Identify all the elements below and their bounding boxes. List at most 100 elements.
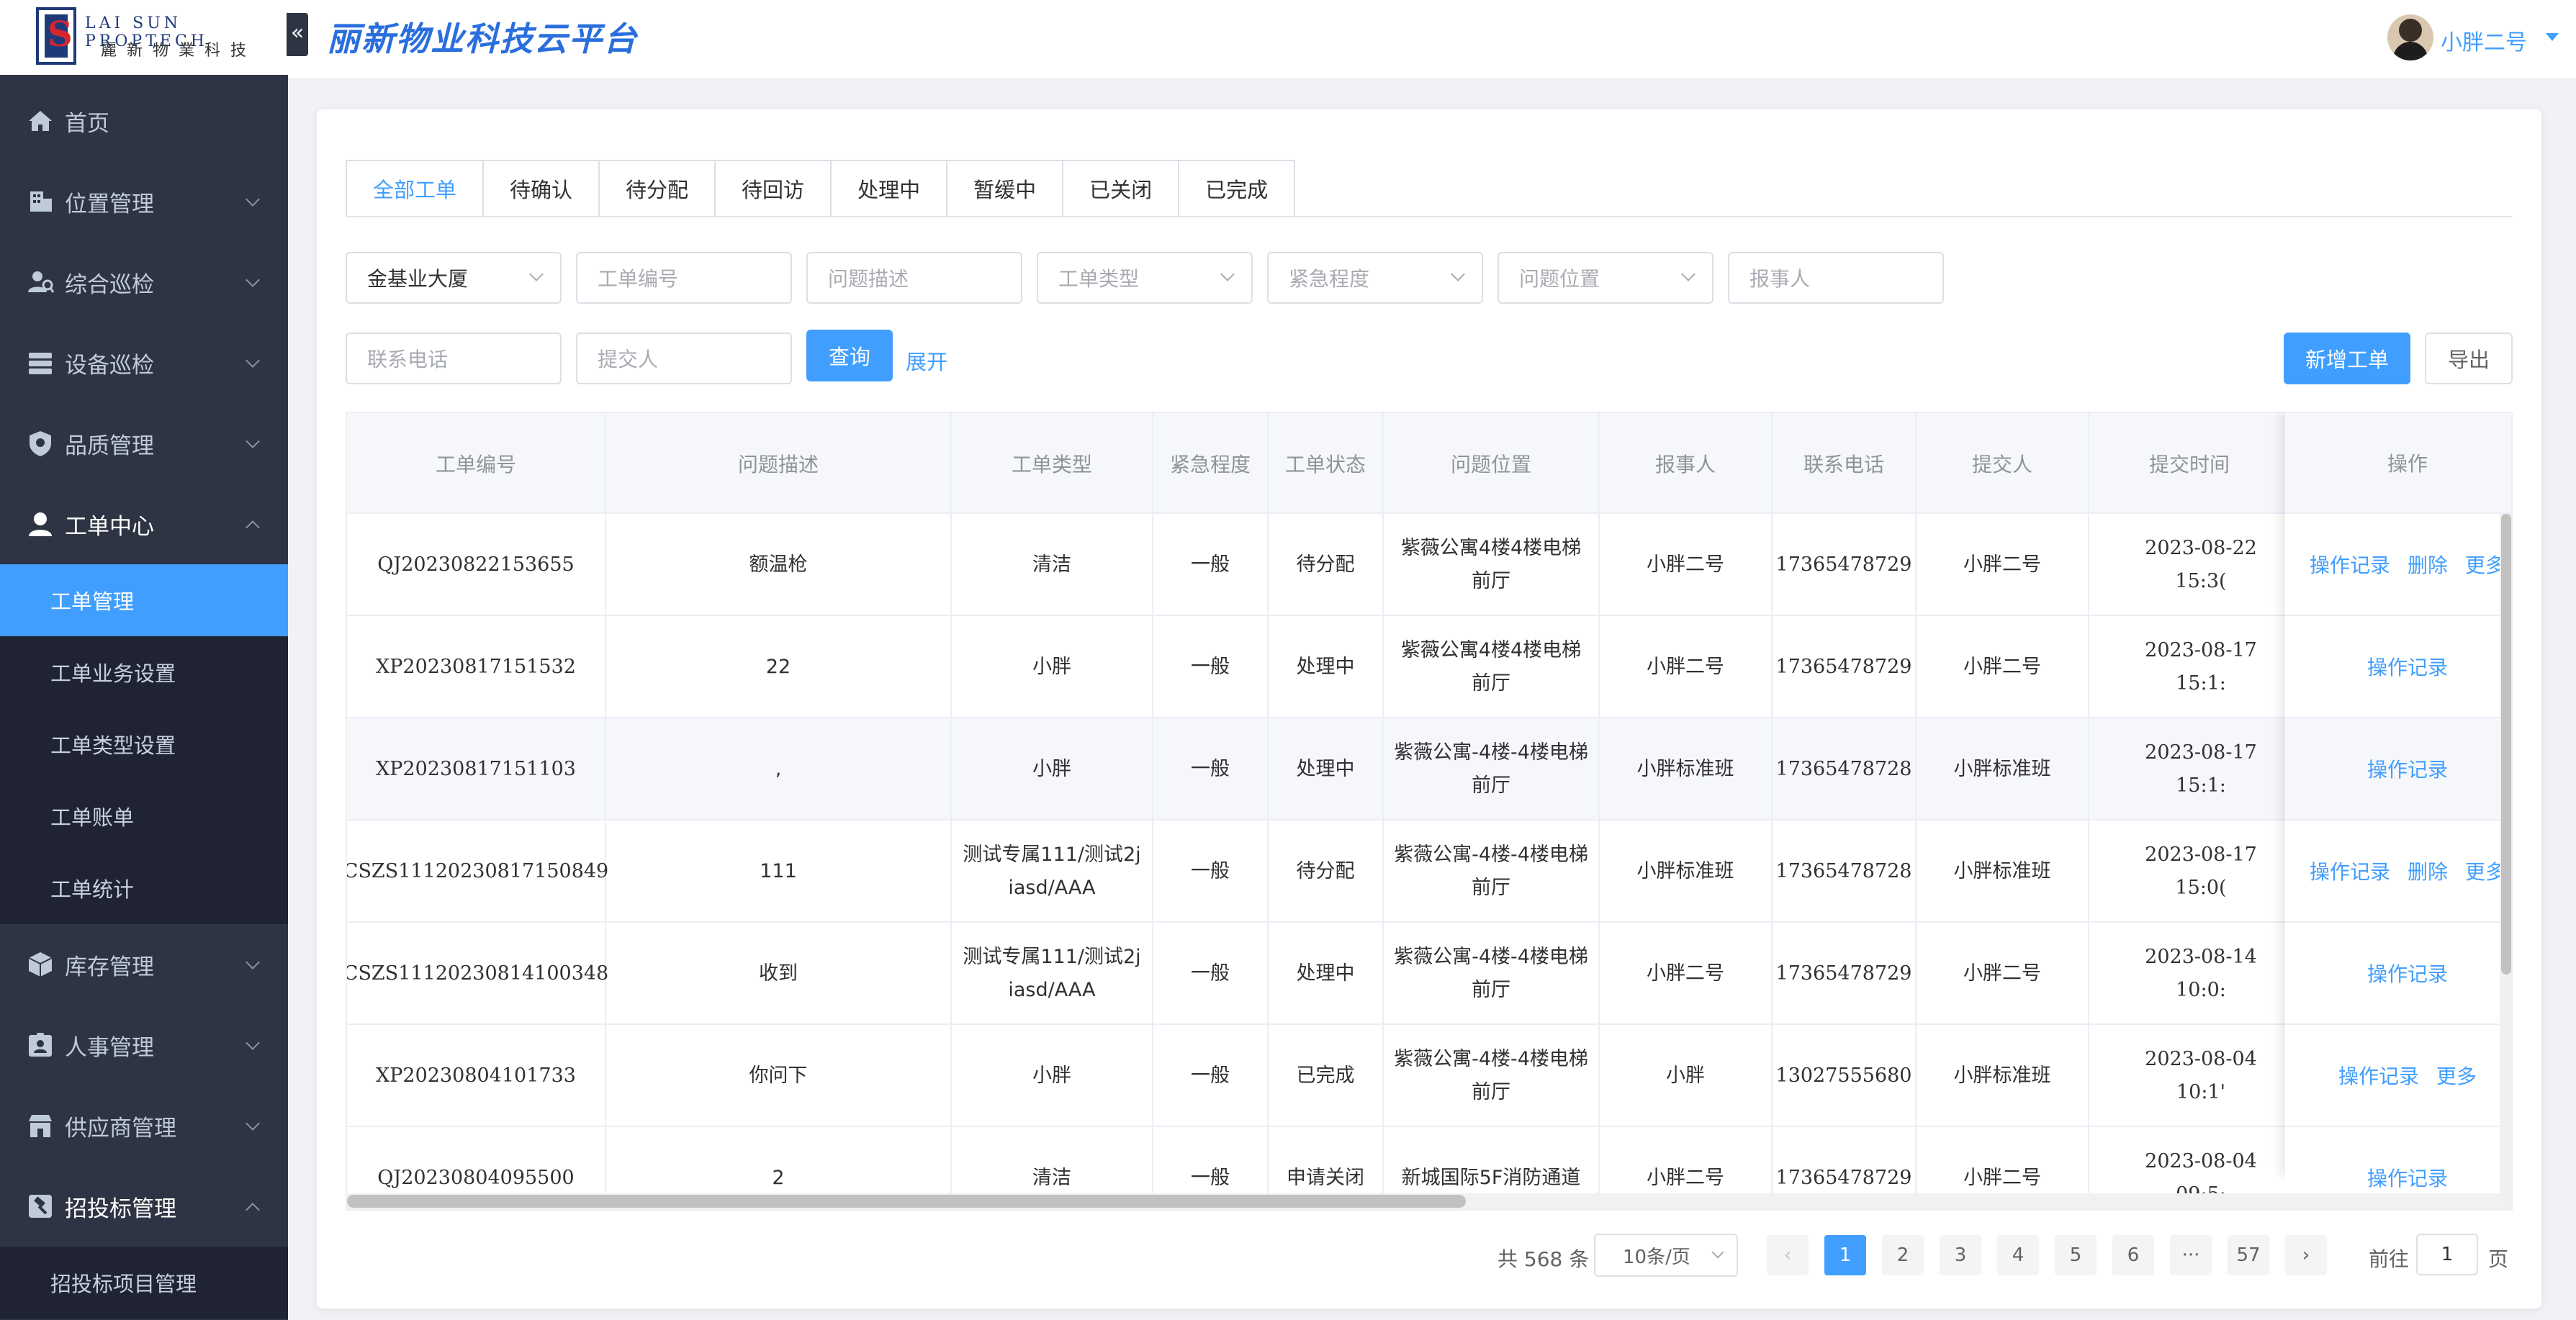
operation-log-link[interactable]: 操作记录 <box>2338 1061 2419 1090</box>
vertical-scrollbar-thumb[interactable] <box>2501 514 2511 975</box>
cell-status: 处理中 <box>1269 923 1384 1025</box>
row-actions: 操作记录 <box>2285 616 2511 718</box>
tab-pending-confirm[interactable]: 待确认 <box>484 160 600 217</box>
page-button[interactable]: 5 <box>2055 1235 2097 1275</box>
pagination-total: 共 568 条 <box>1498 1247 1590 1271</box>
description-input[interactable]: 问题描述 <box>806 252 1022 304</box>
tabs-divider <box>346 216 2513 217</box>
chevron-down-icon <box>1681 267 1695 281</box>
cell-order-no: CSZS11120230814100348 <box>347 923 608 1025</box>
sidebar-item-bidding[interactable]: 招投标管理 <box>0 1166 288 1247</box>
reporter-input[interactable]: 报事人 <box>1728 252 1944 304</box>
sidebar-subitem-workorder-type[interactable]: 工单类型设置 <box>0 708 288 780</box>
table-row[interactable]: XP20230817151103 , 小胖 一般 处理中 紫薇公寓-4楼-4楼电… <box>347 718 2511 821</box>
urgency-select[interactable]: 紧急程度 <box>1267 252 1483 304</box>
store-icon <box>29 1115 52 1137</box>
sidebar: LAI SUN PROPTECH 麗新物業科技 首页 位置管理 综合巡检 设备巡… <box>0 0 288 1320</box>
sidebar-item-inventory[interactable]: 库存管理 <box>0 924 288 1005</box>
tab-completed[interactable]: 已完成 <box>1179 160 1296 217</box>
page-button[interactable]: 1 <box>1824 1235 1866 1275</box>
page-button[interactable]: 6 <box>2112 1235 2154 1275</box>
row-actions: 操作记录 更多 <box>2285 1025 2511 1127</box>
logo-text-cn: 麗新物業科技 <box>101 42 257 60</box>
tab-all[interactable]: 全部工单 <box>346 160 485 217</box>
page-ellipsis[interactable]: ··· <box>2170 1235 2212 1275</box>
cell-submitter: 小胖二号 <box>1917 616 2089 718</box>
page-button[interactable]: 2 <box>1882 1235 1924 1275</box>
tab-pending-assign[interactable]: 待分配 <box>600 160 716 217</box>
tab-suspended[interactable]: 暂缓中 <box>947 160 1064 217</box>
next-page-icon[interactable]: › <box>2285 1235 2327 1275</box>
sidebar-item-supplier[interactable]: 供应商管理 <box>0 1085 288 1166</box>
page-button[interactable]: 3 <box>1940 1235 1981 1275</box>
operation-log-link[interactable]: 操作记录 <box>2310 856 2390 885</box>
expand-link[interactable]: 展开 <box>906 345 947 376</box>
phone-input[interactable]: 联系电话 <box>346 333 562 384</box>
page-button[interactable]: 57 <box>2228 1235 2269 1275</box>
sidebar-item-quality[interactable]: 品质管理 <box>0 403 288 484</box>
order-no-input[interactable]: 工单编号 <box>576 252 792 304</box>
user-menu-name[interactable]: 小胖二号 <box>2441 24 2527 56</box>
page-size-select[interactable]: 10条/页 <box>1594 1234 1738 1277</box>
sidebar-item-label: 工单中心 <box>65 513 154 540</box>
add-workorder-button[interactable]: 新增工单 <box>2284 333 2410 384</box>
device-icon <box>29 353 52 374</box>
caret-down-icon[interactable] <box>2546 33 2559 41</box>
cell-status: 处理中 <box>1269 718 1384 821</box>
vertical-scrollbar[interactable] <box>2500 514 2511 1193</box>
type-select[interactable]: 工单类型 <box>1037 252 1253 304</box>
more-link[interactable]: 更多 <box>2436 1061 2477 1090</box>
sidebar-item-workorder[interactable]: 工单中心 <box>0 484 288 564</box>
page-button[interactable]: 4 <box>1997 1235 2039 1275</box>
horizontal-scrollbar[interactable] <box>347 1193 2511 1209</box>
sidebar-item-location[interactable]: 位置管理 <box>0 161 288 242</box>
table-row[interactable]: XP20230804101733 你问下 小胖 一般 已完成 紫薇公寓-4楼-4… <box>347 1025 2511 1127</box>
chevron-down-icon <box>1220 267 1235 281</box>
table-row[interactable]: CSZS11120230814100348 收到 测试专属111/测试2jias… <box>347 923 2511 1025</box>
delete-link[interactable]: 删除 <box>2408 856 2448 885</box>
sidebar-item-hr[interactable]: 人事管理 <box>0 1005 288 1085</box>
operation-log-link[interactable]: 操作记录 <box>2367 652 2448 681</box>
sidebar-item-device[interactable]: 设备巡检 <box>0 322 288 403</box>
phone-placeholder: 联系电话 <box>367 348 449 371</box>
table-row[interactable]: XP20230817151532 22 小胖 一般 处理中 紫薇公寓4楼4楼电梯… <box>347 616 2511 718</box>
prev-page-icon[interactable]: ‹ <box>1767 1235 1809 1275</box>
horizontal-scrollbar-thumb[interactable] <box>347 1195 1466 1208</box>
goto-page-input[interactable]: 1 <box>2416 1234 2478 1275</box>
location-select[interactable]: 问题位置 <box>1498 252 1713 304</box>
sidebar-subitem-workorder-bill[interactable]: 工单账单 <box>0 780 288 852</box>
sidebar-item-inspection[interactable]: 综合巡检 <box>0 242 288 322</box>
tab-pending-revisit[interactable]: 待回访 <box>716 160 832 217</box>
operation-log-link[interactable]: 操作记录 <box>2310 550 2390 579</box>
delete-link[interactable]: 删除 <box>2408 550 2448 579</box>
user-icon <box>29 512 52 536</box>
operation-log-link[interactable]: 操作记录 <box>2367 959 2448 987</box>
sidebar-item-home[interactable]: 首页 <box>0 81 288 161</box>
export-button[interactable]: 导出 <box>2425 333 2513 384</box>
building-select[interactable]: 金基业大厦 <box>346 252 562 304</box>
chevron-down-icon <box>246 192 260 207</box>
sidebar-subitem-workorder-stats[interactable]: 工单统计 <box>0 852 288 924</box>
sidebar-subitem-workorder-business[interactable]: 工单业务设置 <box>0 636 288 708</box>
sidebar-item-label: 供应商管理 <box>65 1115 176 1142</box>
avatar[interactable] <box>2387 14 2433 60</box>
sidebar-subitem-workorder-manage[interactable]: 工单管理 <box>0 564 288 636</box>
chevron-down-icon <box>246 1116 260 1131</box>
platform-title: 丽新物业科技云平台 <box>327 19 638 58</box>
table-row[interactable]: QJ20230822153655 额温枪 清洁 一般 待分配 紫薇公寓4楼4楼电… <box>347 514 2511 616</box>
operation-log-link[interactable]: 操作记录 <box>2367 1163 2448 1192</box>
col-header-operation: 操作 <box>2285 413 2511 514</box>
tab-closed[interactable]: 已关闭 <box>1063 160 1180 217</box>
operation-log-link[interactable]: 操作记录 <box>2367 754 2448 783</box>
collapse-sidebar-icon[interactable]: « <box>287 13 308 56</box>
query-button[interactable]: 查询 <box>806 330 893 381</box>
cell-urgency: 一般 <box>1153 514 1269 616</box>
cell-type: 测试专属111/测试2jiasd/AAA <box>952 821 1153 923</box>
home-icon <box>29 111 52 131</box>
col-header-description: 问题描述 <box>606 413 952 514</box>
sidebar-subitem-bidding-project[interactable]: 招投标项目管理 <box>0 1247 288 1319</box>
table-row[interactable]: CSZS11120230817150849 111 测试专属111/测试2jia… <box>347 821 2511 923</box>
cell-type: 小胖 <box>952 1025 1153 1127</box>
submitter-input[interactable]: 提交人 <box>576 333 792 384</box>
tab-processing[interactable]: 处理中 <box>832 160 948 217</box>
